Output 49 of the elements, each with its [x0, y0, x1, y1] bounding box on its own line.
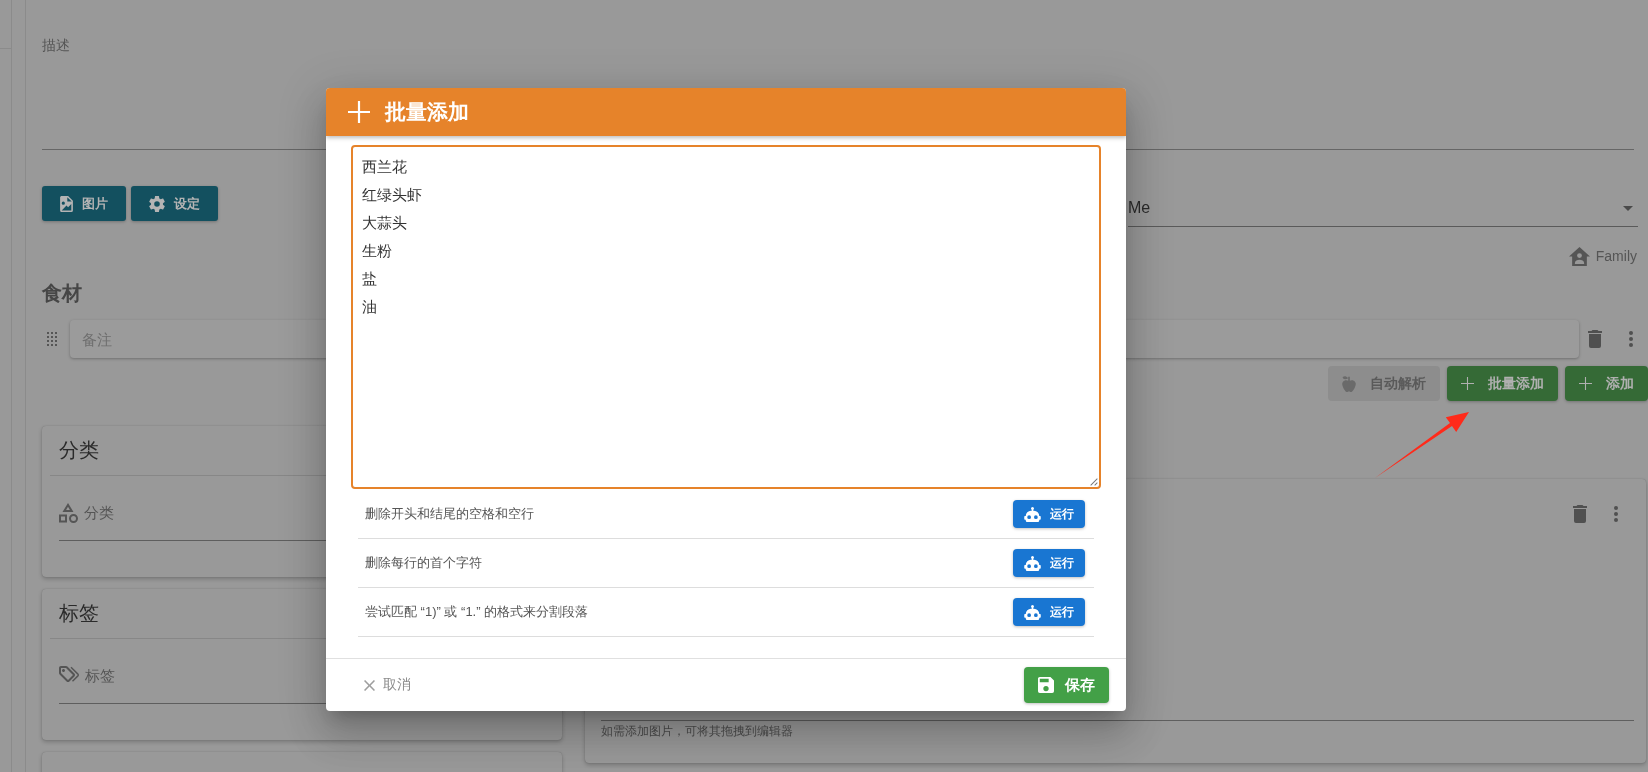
tool-description: 尝试匹配 “1)” 或 “1.” 的格式来分割段落: [365, 603, 589, 621]
field-label: 标签: [85, 666, 115, 686]
text-line: 西兰花: [362, 157, 407, 177]
plus-icon: [1461, 377, 1474, 390]
card-title: 分类: [59, 438, 99, 463]
shapes-icon: [59, 503, 78, 523]
house-person-icon: [1568, 246, 1590, 266]
card-title: 标签: [59, 601, 99, 626]
drag-handle-icon[interactable]: [47, 332, 57, 346]
gear-icon: [149, 195, 165, 212]
field-label: 描述: [42, 37, 70, 53]
caret-down-icon: [1623, 205, 1633, 211]
field-label: 分类: [84, 503, 114, 523]
text-line: 油: [362, 297, 377, 317]
robot-icon: [1024, 604, 1041, 620]
plus-icon: [1579, 377, 1592, 390]
trash-icon[interactable]: [1573, 505, 1587, 523]
image-file-icon: [60, 195, 73, 212]
tool-description: 删除每行的首个字符: [365, 554, 482, 572]
owner-select[interactable]: Me: [1128, 186, 1638, 227]
dots-menu-icon[interactable]: [1614, 506, 1618, 522]
save-button[interactable]: 保存: [1024, 667, 1109, 703]
tags-icon: [59, 666, 79, 682]
plus-icon: [348, 101, 370, 123]
add-button[interactable]: 添加: [1565, 366, 1648, 401]
text-line: 大蒜头: [362, 213, 407, 233]
robot-icon: [1024, 555, 1041, 571]
trash-icon[interactable]: [1588, 330, 1602, 348]
run-button[interactable]: 运行: [1013, 598, 1085, 626]
image-button[interactable]: 图片: [42, 186, 126, 221]
dialog-title: 批量添加: [385, 99, 469, 125]
run-button[interactable]: 运行: [1013, 500, 1085, 528]
section-heading: 食材: [42, 282, 82, 304]
apple-icon: [1342, 375, 1356, 392]
dots-menu-icon[interactable]: [1629, 331, 1633, 347]
settings-button[interactable]: 设定: [131, 186, 218, 221]
text-line: 生粉: [362, 241, 392, 261]
tool-description: 删除开头和结尾的空格和空行: [365, 505, 534, 523]
close-icon: [364, 679, 375, 691]
text-area[interactable]: 西兰花 红绿头虾 大蒜头 生粉 盐 油: [351, 145, 1101, 489]
resize-grip-icon[interactable]: [1090, 478, 1098, 486]
text-line: 盐: [362, 269, 377, 289]
visibility-button[interactable]: Family: [1568, 246, 1637, 266]
robot-icon: [1024, 506, 1041, 522]
text-line: 红绿头虾: [362, 185, 422, 205]
hint-text: 如需添加图片，可将其拖拽到编辑器: [601, 723, 793, 739]
run-button[interactable]: 运行: [1013, 549, 1085, 577]
bulk-add-button[interactable]: 批量添加: [1447, 366, 1558, 401]
cancel-button[interactable]: 取消: [356, 669, 419, 701]
